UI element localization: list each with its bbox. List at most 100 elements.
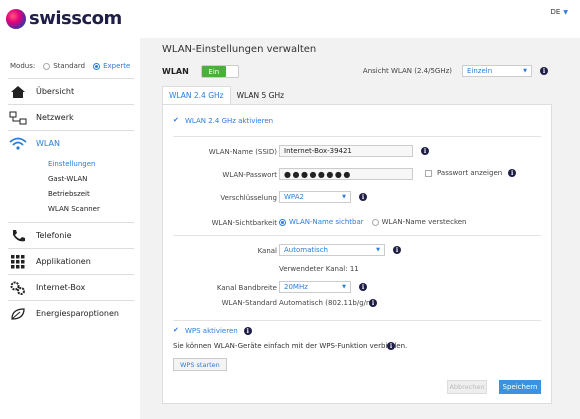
encryption-label: Verschlüsselung: [220, 194, 277, 202]
toggle-on-label: Ein: [201, 66, 226, 77]
bandwidth-label: Kanal Bandbreite: [216, 284, 277, 292]
info-icon[interactable]: i: [540, 67, 548, 75]
channel-select[interactable]: Automatisch ▼: [279, 244, 385, 256]
network-icon: [8, 110, 28, 126]
apps-grid-icon: [8, 254, 28, 270]
checkbox-checked-icon: [173, 116, 180, 125]
password-label: WLAN-Passwort: [222, 171, 277, 179]
wps-activate-checkbox[interactable]: WPS aktivieren i: [173, 326, 252, 335]
chevron-down-icon: ▼: [563, 9, 568, 16]
password-input[interactable]: ●●●●●●●●: [279, 168, 413, 180]
sidebar-item-label: WLAN: [36, 139, 61, 148]
sidebar-item-energiesparoptionen[interactable]: Energiesparoptionen: [8, 300, 134, 326]
wlan-toggle-row: WLAN Ein: [162, 65, 239, 78]
tab-wlan-24ghz[interactable]: WLAN 2.4 GHz: [162, 86, 231, 104]
show-password-label: Passwort anzeigen: [437, 169, 503, 177]
bandwidth-select[interactable]: 20MHz ▼: [279, 281, 351, 293]
checkbox-checked-icon: [173, 326, 180, 335]
encryption-value: WPA2: [284, 193, 304, 201]
phone-icon: [8, 228, 28, 244]
wps-description: Sie können WLAN-Geräte einfach mit der W…: [173, 342, 408, 350]
chevron-down-icon: ▼: [376, 247, 380, 253]
radio-selected-icon: [93, 62, 101, 70]
frequency-tabs: WLAN 2.4 GHz WLAN 5 GHz: [162, 86, 290, 104]
wlan-settings-panel: WLAN 2.4 GHz aktivieren WLAN-Name (SSID)…: [162, 104, 552, 404]
channel-label: Kanal: [257, 247, 277, 255]
modus-experte-option[interactable]: Experte: [93, 62, 130, 70]
modus-switch: Modus: Standard Experte: [10, 62, 130, 70]
sidebar-item-label: Energiesparoptionen: [36, 309, 119, 318]
wps-start-button[interactable]: WPS starten: [173, 358, 227, 371]
sidebar-subitem-wlan-scanner[interactable]: WLAN Scanner: [8, 201, 134, 216]
header: swisscom DE ▼: [0, 0, 580, 38]
radio-selected-icon: [279, 218, 286, 226]
show-password-checkbox[interactable]: Passwort anzeigen i: [425, 169, 517, 177]
radio-icon: [371, 218, 379, 226]
house-icon: [8, 84, 28, 100]
cancel-button[interactable]: Abbrechen: [447, 380, 487, 394]
swisscom-logo[interactable]: swisscom: [6, 8, 122, 29]
sidebar-item-netzwerk[interactable]: Netzwerk: [8, 104, 134, 130]
wlan-standard-label: WLAN-Standard: [221, 299, 277, 307]
wps-activate-label: WPS aktivieren: [185, 327, 238, 335]
wlan-label: WLAN: [162, 67, 189, 76]
info-icon[interactable]: i: [387, 342, 395, 350]
chevron-down-icon: ▼: [342, 284, 346, 290]
divider: [173, 320, 541, 321]
sidebar-item-label: Telefonie: [36, 231, 72, 240]
wlan-24-activate-label: WLAN 2.4 GHz aktivieren: [185, 117, 274, 125]
save-button[interactable]: Speichern: [499, 380, 541, 394]
ssid-label: WLAN-Name (SSID): [208, 148, 277, 156]
sidebar-item-telefonie[interactable]: Telefonie: [8, 222, 134, 248]
info-icon[interactable]: i: [369, 299, 377, 307]
tab-wlan-5ghz[interactable]: WLAN 5 GHz: [231, 86, 290, 104]
bandwidth-value: 20MHz: [284, 283, 308, 291]
info-icon[interactable]: i: [359, 283, 367, 291]
visibility-visible-option[interactable]: WLAN-Name sichtbar: [279, 218, 364, 226]
info-icon[interactable]: i: [243, 327, 252, 335]
leaf-icon: [8, 306, 28, 322]
encryption-select[interactable]: WPA2 ▼: [279, 191, 351, 203]
modus-standard-option[interactable]: Standard: [43, 62, 85, 70]
view-mode-row: Ansicht WLAN (2.4/5GHz) Einzeln ▼ i: [363, 65, 548, 77]
sidebar-nav: Übersicht Netzwerk WLAN Einstellungen Ga…: [8, 78, 134, 326]
sidebar-item-internet-box[interactable]: Internet-Box: [8, 274, 134, 300]
sidebar: Modus: Standard Experte Übersicht Netzwe…: [0, 38, 140, 419]
visibility-visible-label: WLAN-Name sichtbar: [289, 218, 364, 226]
wlan-24-activate-checkbox[interactable]: WLAN 2.4 GHz aktivieren: [173, 116, 274, 125]
sidebar-item-applikationen[interactable]: Applikationen: [8, 248, 134, 274]
radio-icon: [43, 62, 51, 70]
language-selector[interactable]: DE ▼: [551, 8, 568, 16]
wifi-icon: [8, 136, 28, 152]
gears-icon: [8, 280, 28, 296]
brand-name: swisscom: [29, 8, 122, 29]
view-mode-value: Einzeln: [467, 67, 493, 75]
sidebar-item-uebersicht[interactable]: Übersicht: [8, 78, 134, 104]
divider: [173, 136, 541, 137]
info-icon[interactable]: i: [508, 169, 517, 177]
info-icon[interactable]: i: [421, 147, 429, 155]
ssid-input[interactable]: Internet-Box-39421: [279, 145, 413, 157]
sidebar-subitem-betriebszeit[interactable]: Betriebszeit: [8, 186, 134, 201]
visibility-hidden-option[interactable]: WLAN-Name verstecken: [371, 218, 467, 226]
info-icon[interactable]: i: [359, 193, 367, 201]
sidebar-item-wlan[interactable]: WLAN: [8, 130, 134, 156]
view-mode-select[interactable]: Einzeln ▼: [462, 65, 532, 77]
wlan-toggle[interactable]: Ein: [200, 65, 239, 78]
wlan-standard-value: Automatisch (802.11b/g/n): [279, 299, 374, 307]
view-mode-label: Ansicht WLAN (2.4/5GHz): [362, 67, 452, 75]
info-icon[interactable]: i: [393, 246, 401, 254]
sidebar-subitem-einstellungen[interactable]: Einstellungen: [8, 156, 134, 171]
visibility-hidden-label: WLAN-Name verstecken: [381, 218, 467, 226]
page-title: WLAN-Einstellungen verwalten: [162, 44, 317, 55]
modus-experte-label: Experte: [103, 62, 131, 70]
chevron-down-icon: ▼: [523, 68, 527, 74]
sidebar-subitem-gast-wlan[interactable]: Gast-WLAN: [8, 171, 134, 186]
chevron-down-icon: ▼: [342, 194, 346, 200]
modus-standard-label: Standard: [53, 62, 86, 70]
divider: [173, 235, 541, 236]
channel-value: Automatisch: [284, 246, 328, 254]
visibility-label: WLAN-Sichtbarkeit: [211, 219, 277, 227]
checkbox-icon: [425, 169, 432, 177]
sidebar-item-label: Internet-Box: [36, 283, 86, 292]
